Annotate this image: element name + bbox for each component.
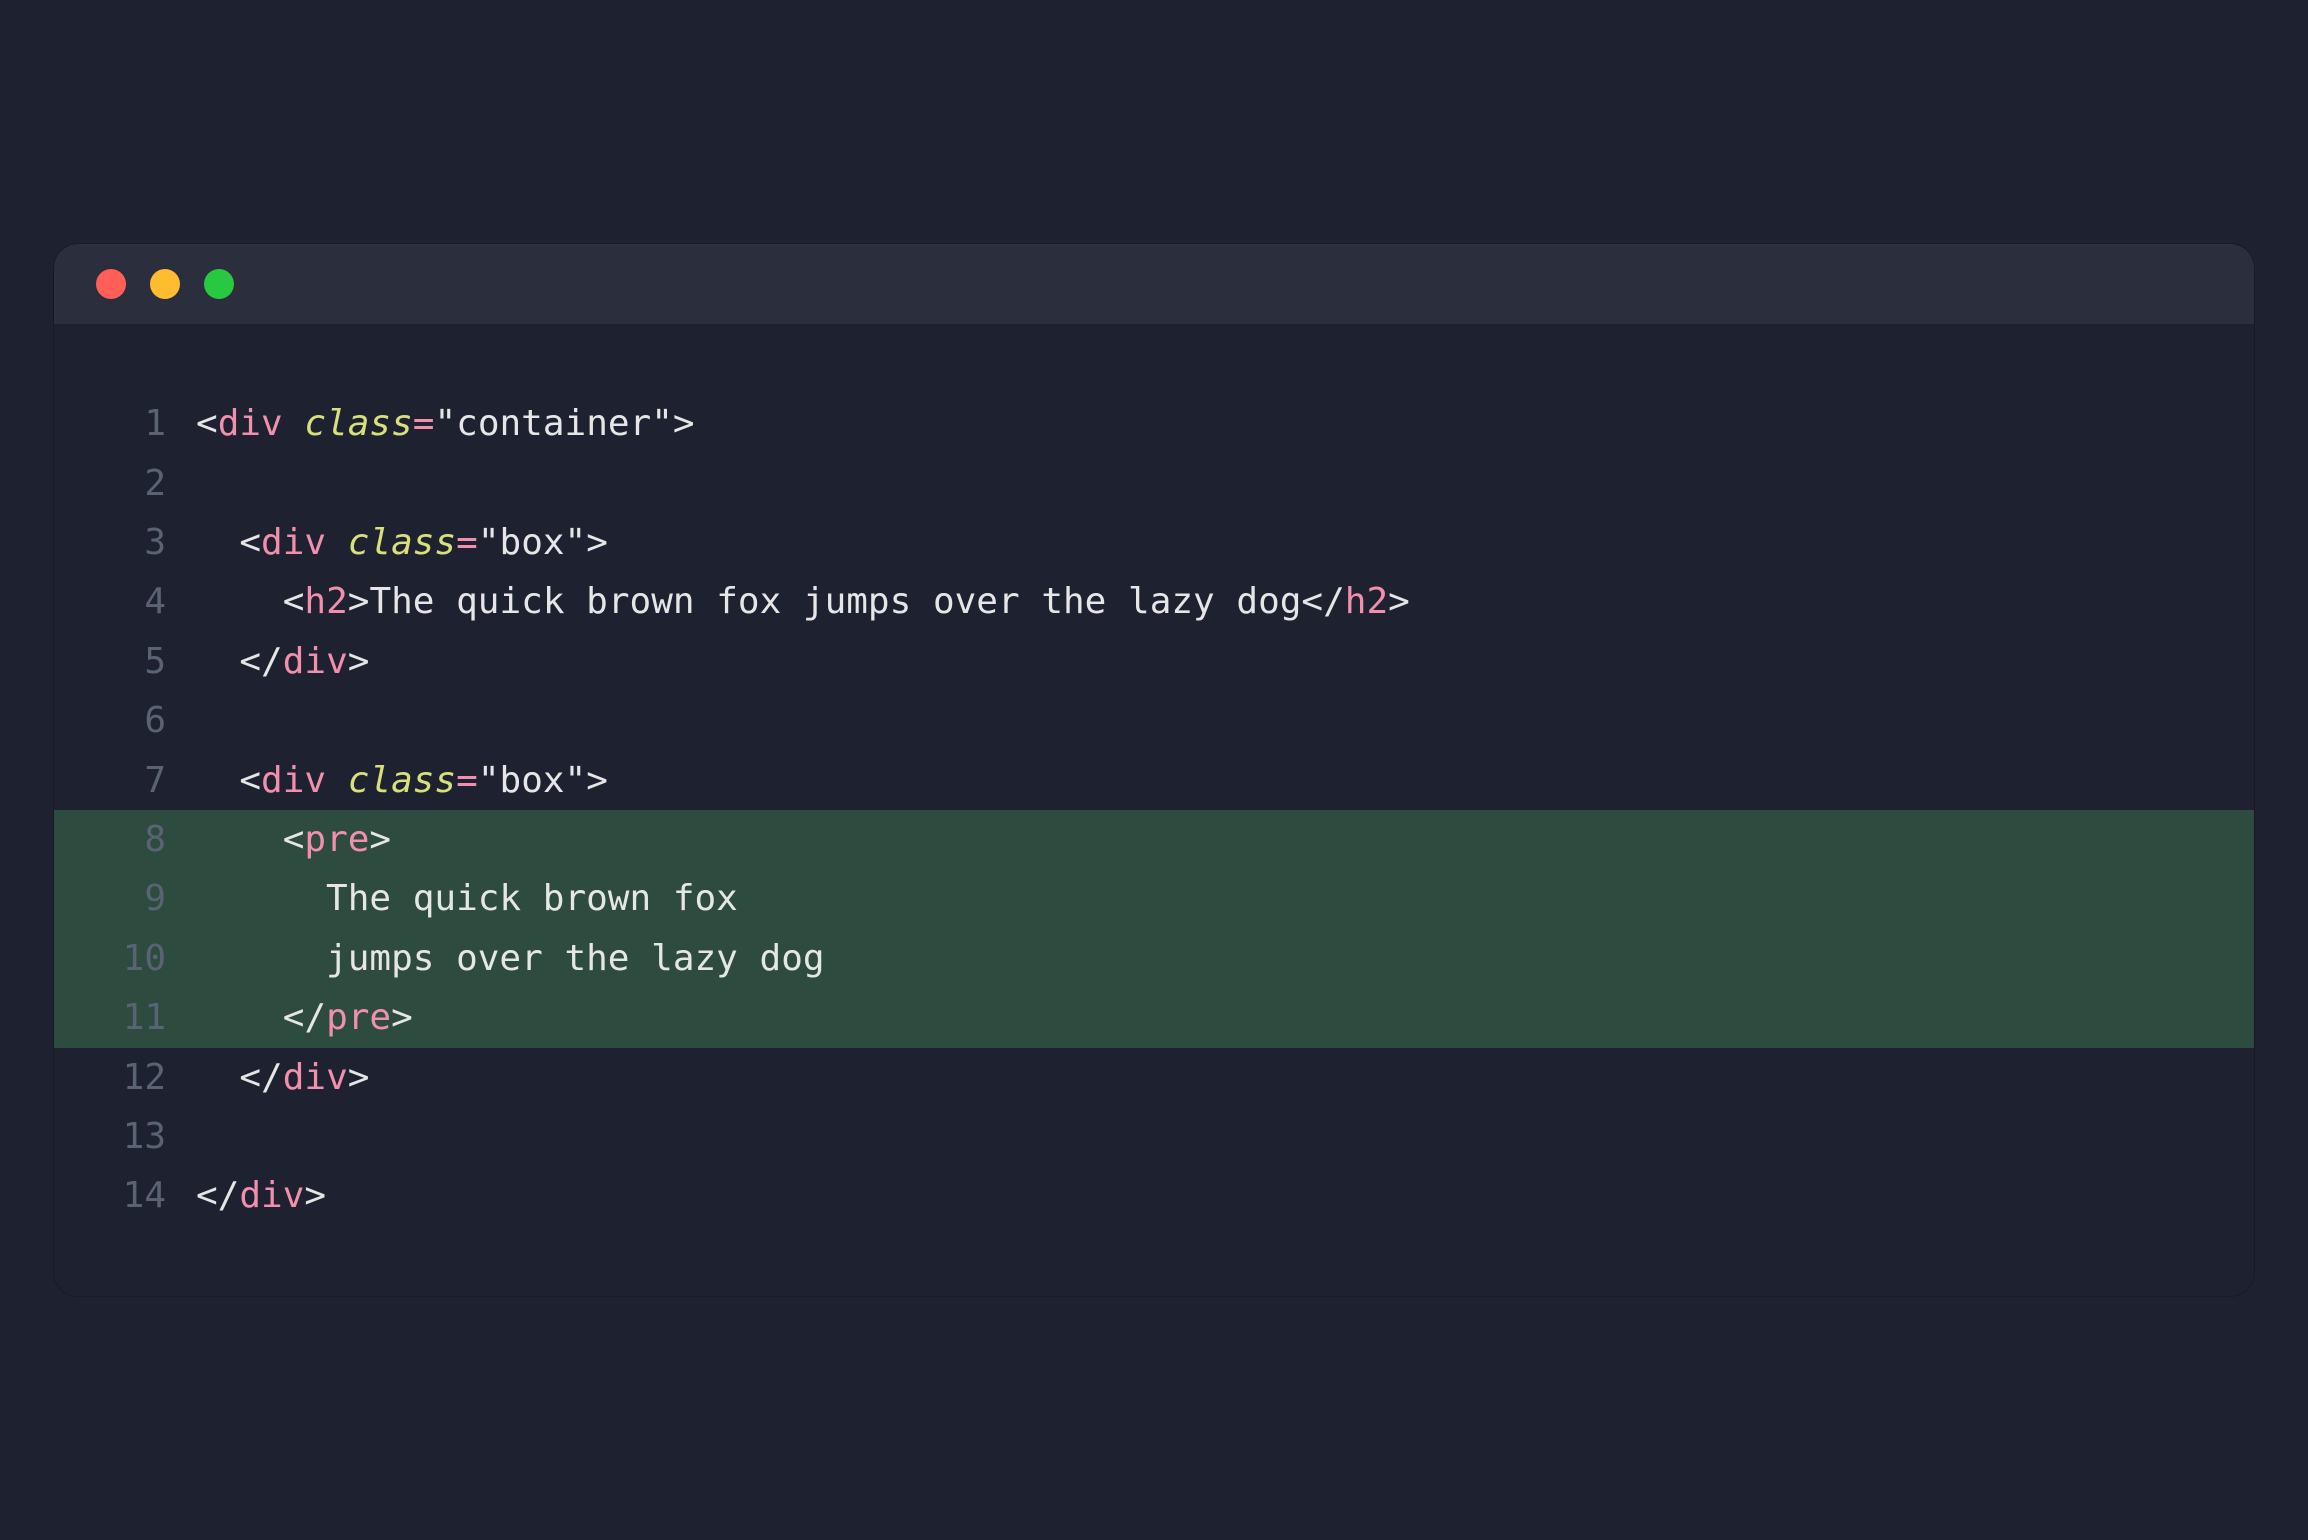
line-number: 1: [54, 394, 196, 453]
line-content[interactable]: </div>: [196, 1166, 326, 1225]
code-editor[interactable]: 1<div class="container">2 3 <div class="…: [54, 324, 2254, 1295]
code-line[interactable]: 2: [54, 454, 2254, 513]
line-content[interactable]: </div>: [196, 632, 369, 691]
line-content[interactable]: </pre>: [196, 988, 413, 1047]
close-icon[interactable]: [96, 269, 126, 299]
line-number: 6: [54, 691, 196, 750]
line-number: 9: [54, 869, 196, 928]
line-number: 12: [54, 1048, 196, 1107]
line-content[interactable]: <div class="box">: [196, 513, 608, 572]
line-number: 14: [54, 1166, 196, 1225]
line-content[interactable]: <div class="box">: [196, 751, 608, 810]
code-line[interactable]: 13: [54, 1107, 2254, 1166]
line-content[interactable]: <div class="container">: [196, 394, 695, 453]
code-line[interactable]: 12 </div>: [54, 1048, 2254, 1107]
code-line[interactable]: 11 </pre>: [54, 988, 2254, 1047]
code-line[interactable]: 4 <h2>The quick brown fox jumps over the…: [54, 572, 2254, 631]
code-line[interactable]: 6: [54, 691, 2254, 750]
line-number: 10: [54, 929, 196, 988]
code-line[interactable]: 10 jumps over the lazy dog: [54, 929, 2254, 988]
line-content[interactable]: <h2>The quick brown fox jumps over the l…: [196, 572, 1410, 631]
code-line[interactable]: 1<div class="container">: [54, 394, 2254, 453]
minimize-icon[interactable]: [150, 269, 180, 299]
line-number: 7: [54, 751, 196, 810]
line-content[interactable]: [196, 691, 218, 750]
line-content[interactable]: [196, 1107, 218, 1166]
line-content[interactable]: <pre>: [196, 810, 391, 869]
code-line[interactable]: 5 </div>: [54, 632, 2254, 691]
line-content[interactable]: The quick brown fox: [196, 869, 738, 928]
zoom-icon[interactable]: [204, 269, 234, 299]
line-number: 3: [54, 513, 196, 572]
code-line[interactable]: 3 <div class="box">: [54, 513, 2254, 572]
line-number: 8: [54, 810, 196, 869]
line-number: 5: [54, 632, 196, 691]
code-window: 1<div class="container">2 3 <div class="…: [54, 244, 2254, 1295]
line-content[interactable]: </div>: [196, 1048, 369, 1107]
line-number: 11: [54, 988, 196, 1047]
line-number: 13: [54, 1107, 196, 1166]
line-content[interactable]: [196, 454, 218, 513]
line-number: 4: [54, 572, 196, 631]
titlebar: [54, 244, 2254, 324]
code-line[interactable]: 8 <pre>: [54, 810, 2254, 869]
code-line[interactable]: 14</div>: [54, 1166, 2254, 1225]
code-line[interactable]: 9 The quick brown fox: [54, 869, 2254, 928]
line-content[interactable]: jumps over the lazy dog: [196, 929, 825, 988]
code-line[interactable]: 7 <div class="box">: [54, 751, 2254, 810]
line-number: 2: [54, 454, 196, 513]
